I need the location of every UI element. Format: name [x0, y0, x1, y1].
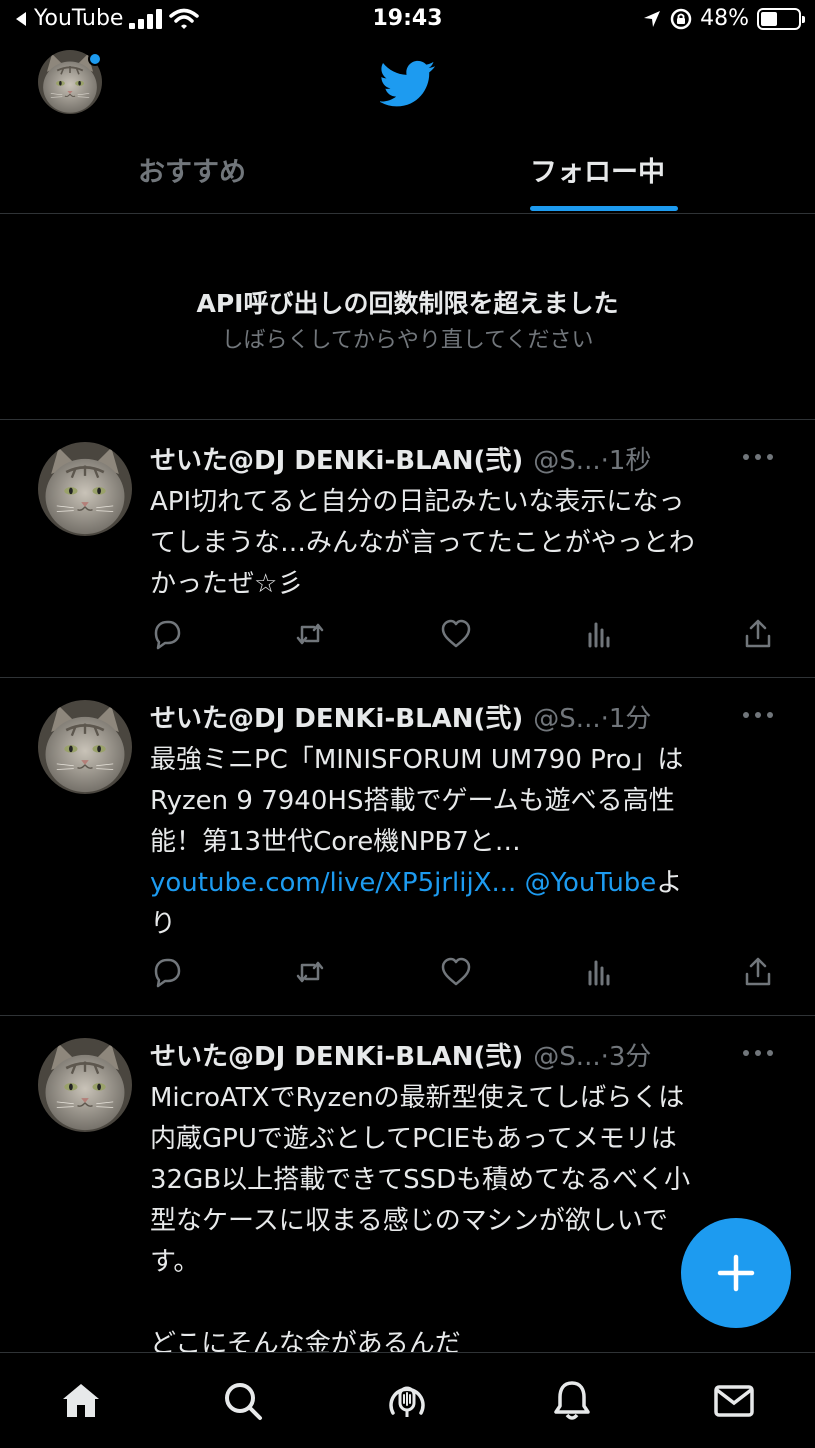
rate-limit-notice: API呼び出しの回数制限を超えました しばらくしてからやり直してください	[0, 214, 815, 420]
search-icon[interactable]	[221, 1379, 265, 1423]
unread-dot	[88, 52, 102, 66]
tweet-handle[interactable]: @S...	[533, 704, 600, 734]
notifications-icon[interactable]	[550, 1379, 594, 1423]
battery-percent: 48%	[700, 6, 749, 31]
retweet-icon[interactable]	[294, 618, 326, 650]
avatar[interactable]	[38, 700, 132, 794]
home-icon[interactable]	[59, 1379, 103, 1423]
tab-following[interactable]: フォロー中	[530, 150, 665, 189]
timeline-header: おすすめ フォロー中	[0, 42, 815, 214]
tweet-time: ·1秒	[600, 446, 652, 476]
tweet-text: 最強ミニPC「MINISFORUM UM790 Pro」は Ryzen 9 79…	[150, 745, 684, 939]
status-bar: YouTube 19:43 48%	[0, 0, 815, 42]
location-icon	[644, 10, 661, 27]
tweet-author-name[interactable]: せいた@DJ DENKi-BLAN(弐)	[150, 698, 523, 735]
tweet-link[interactable]: youtube.com/live/XP5jrlijX...	[150, 868, 516, 898]
tweet-time: ·1分	[600, 704, 652, 734]
tweet-text: API切れてると自分の日記みたいな表示になっ てしまうな…みんなが言ってたことが…	[150, 487, 695, 599]
more-options-icon[interactable]	[743, 712, 773, 720]
tweet-handle[interactable]: @S...	[533, 1042, 600, 1072]
share-icon[interactable]	[742, 618, 774, 650]
retweet-icon[interactable]	[294, 956, 326, 988]
more-options-icon[interactable]	[743, 1050, 773, 1058]
bottom-nav	[0, 1352, 815, 1448]
notice-subtitle: しばらくしてからやり直してください	[221, 328, 594, 353]
tweet-handle[interactable]: @S...	[533, 446, 600, 476]
avatar[interactable]	[38, 1038, 132, 1132]
views-icon[interactable]	[584, 956, 616, 988]
messages-icon[interactable]	[712, 1379, 756, 1423]
reply-icon[interactable]	[150, 956, 182, 988]
share-icon[interactable]	[742, 956, 774, 988]
compose-plus-icon	[717, 1254, 755, 1292]
like-icon[interactable]	[440, 956, 472, 988]
tweet-time: ·3分	[600, 1042, 652, 1072]
tab-recommended[interactable]: おすすめ	[138, 150, 246, 189]
tweet-actions	[0, 618, 815, 654]
tweet[interactable]: せいた@DJ DENKi-BLAN(弐) @S... ·1分 最強ミニPC「MI…	[0, 678, 815, 1016]
notice-title: API呼び出しの回数制限を超えました	[196, 289, 619, 318]
avatar[interactable]	[38, 442, 132, 536]
battery-icon	[757, 7, 805, 30]
mention-link[interactable]: @YouTube	[525, 868, 657, 898]
reply-icon[interactable]	[150, 618, 182, 650]
tweet-actions	[0, 956, 815, 992]
tweet-text: MicroATXでRyzenの最新型使えてしばらくは 内蔵GPUで遊ぶとしてPC…	[150, 1083, 691, 1359]
views-icon[interactable]	[584, 618, 616, 650]
tweet-author-name[interactable]: せいた@DJ DENKi-BLAN(弐)	[150, 1036, 523, 1073]
twitter-bird-icon[interactable]	[380, 60, 436, 108]
spaces-icon[interactable]	[385, 1379, 429, 1423]
tweet-author-name[interactable]: せいた@DJ DENKi-BLAN(弐)	[150, 440, 523, 477]
more-options-icon[interactable]	[743, 454, 773, 462]
compose-button[interactable]	[681, 1218, 791, 1328]
rotation-lock-icon	[670, 8, 692, 29]
active-tab-indicator	[530, 206, 678, 211]
tweet[interactable]: せいた@DJ DENKi-BLAN(弐) @S... ·1秒 API切れてると自…	[0, 420, 815, 678]
like-icon[interactable]	[440, 618, 472, 650]
